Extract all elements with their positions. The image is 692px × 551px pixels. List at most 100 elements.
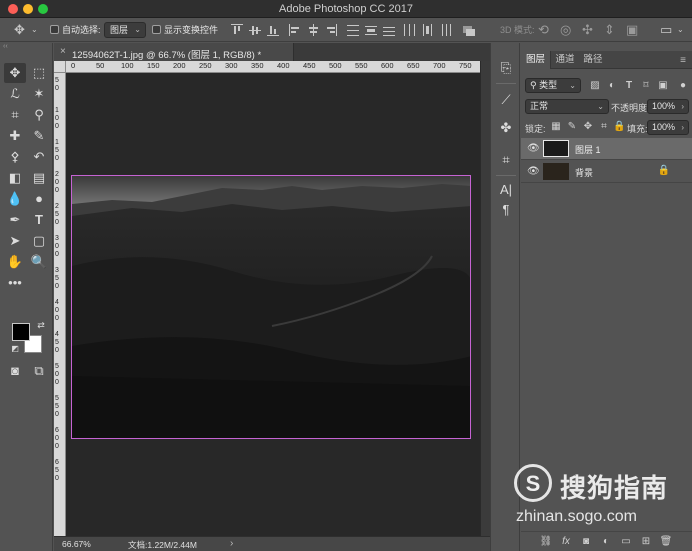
- 3d-roll-icon[interactable]: ◎: [560, 22, 571, 38]
- measurement-panel-icon[interactable]: ⟋: [497, 91, 515, 109]
- tab-paths[interactable]: 路径: [579, 51, 607, 69]
- tab-channels[interactable]: 通道: [551, 51, 579, 69]
- filter-type-icon[interactable]: T: [622, 79, 636, 93]
- history-panel-icon[interactable]: ⎘: [497, 59, 515, 77]
- gradient-tool-icon[interactable]: ▤: [28, 168, 50, 188]
- eraser-tool-icon[interactable]: ◧: [4, 168, 26, 188]
- add-mask-icon[interactable]: ◙: [579, 535, 593, 549]
- align-horizontal-center-icon[interactable]: [307, 24, 319, 36]
- hand-tool-icon[interactable]: ✋: [4, 252, 26, 272]
- adjustment-layer-icon[interactable]: ◐: [599, 535, 613, 549]
- opacity-input[interactable]: 100% ›: [647, 99, 689, 114]
- status-menu-chevron-icon[interactable]: ›: [230, 538, 233, 549]
- 3d-rotate-icon[interactable]: ⟲: [538, 22, 549, 38]
- quick-mask-icon[interactable]: ◙: [4, 361, 26, 381]
- filter-pixel-icon[interactable]: ▨: [588, 79, 602, 93]
- 3d-drag-icon[interactable]: ✣: [582, 22, 593, 38]
- distribute-bottom-icon[interactable]: [383, 24, 395, 36]
- layer-row[interactable]: 👁 背景 🔒: [521, 161, 692, 183]
- vertical-ruler[interactable]: 50 100 150 200 250 300 350 400 450 500 5…: [54, 73, 66, 536]
- move-tool-icon[interactable]: ✥: [14, 22, 25, 38]
- healing-brush-tool-icon[interactable]: ✚: [4, 126, 26, 146]
- zoom-tool-icon[interactable]: 🔍: [28, 252, 50, 272]
- zoom-level[interactable]: 66.67%: [62, 539, 91, 549]
- move-tool-icon[interactable]: ✥: [4, 63, 26, 83]
- actions-panel-icon[interactable]: ✤: [497, 119, 515, 137]
- lock-icon[interactable]: 🔒: [658, 165, 670, 176]
- tab-layers[interactable]: 图层: [521, 51, 551, 69]
- close-tab-icon[interactable]: ×: [60, 46, 66, 57]
- panel-collapse-icon[interactable]: ‹‹: [3, 43, 8, 50]
- filter-adjustment-icon[interactable]: ◐: [605, 79, 619, 93]
- brush-tool-icon[interactable]: ✎: [28, 126, 50, 146]
- layer-style-icon[interactable]: fx: [559, 535, 573, 549]
- distribute-hcenter-icon[interactable]: [421, 24, 433, 36]
- screen-mode-icon[interactable]: ⧉: [28, 361, 50, 381]
- ruler-left-label: 300: [55, 235, 59, 258]
- visibility-eye-icon[interactable]: 👁: [527, 166, 540, 177]
- workspace-switcher-icon[interactable]: ▭: [660, 22, 672, 38]
- new-group-icon[interactable]: ▭: [619, 535, 633, 549]
- visibility-eye-icon[interactable]: 👁: [527, 143, 540, 154]
- auto-select-target-select[interactable]: 图层 ⌄: [104, 22, 146, 38]
- delete-layer-icon[interactable]: 🗑: [659, 535, 673, 549]
- align-vertical-center-icon[interactable]: [249, 24, 261, 36]
- lock-artboard-icon[interactable]: ⌗: [598, 121, 610, 133]
- canvas-vertical-scrollbar[interactable]: [480, 61, 490, 536]
- filter-smart-object-icon[interactable]: ▣: [656, 79, 670, 93]
- ruler-origin[interactable]: [54, 61, 66, 73]
- lock-all-icon[interactable]: 🔒: [613, 121, 625, 133]
- fill-input[interactable]: 100% ›: [647, 120, 689, 135]
- 3d-slide-icon[interactable]: ⇕: [604, 22, 615, 38]
- pen-tool-icon[interactable]: ✒: [4, 210, 26, 230]
- align-top-icon[interactable]: [231, 24, 243, 36]
- document-tab[interactable]: × 12594062T-1.jpg @ 66.7% (图层 1, RGB/8) …: [54, 43, 294, 61]
- link-layers-icon[interactable]: ⛓: [539, 535, 553, 549]
- foreground-color-swatch[interactable]: [12, 323, 30, 341]
- align-left-icon[interactable]: [289, 24, 301, 36]
- layer-filter-kind-select[interactable]: ⚲ 类型 ⌄: [525, 78, 581, 93]
- filter-toggle-icon[interactable]: ●: [676, 79, 690, 93]
- lock-position-icon[interactable]: ✥: [582, 121, 594, 133]
- swap-colors-icon[interactable]: ⇄: [30, 315, 52, 335]
- auto-align-layers-icon[interactable]: [463, 24, 475, 36]
- align-bottom-icon[interactable]: [267, 24, 279, 36]
- eyedropper-tool-icon[interactable]: ⚲: [28, 105, 50, 125]
- distribute-vcenter-icon[interactable]: [365, 24, 377, 36]
- distribute-left-icon[interactable]: [403, 24, 415, 36]
- magic-wand-tool-icon[interactable]: ✶: [28, 84, 50, 104]
- paragraph-panel-icon[interactable]: ¶: [497, 201, 515, 219]
- type-tool-icon[interactable]: T: [28, 210, 50, 230]
- tool-preset-chevron-icon[interactable]: ⌄: [31, 22, 38, 38]
- edit-toolbar-icon[interactable]: •••: [4, 273, 26, 293]
- show-transform-checkbox[interactable]: 显示变换控件: [152, 23, 218, 37]
- blur-tool-icon[interactable]: 💧: [4, 189, 26, 209]
- workspace-chevron-icon[interactable]: ⌄: [677, 22, 684, 38]
- lock-transparent-pixels-icon[interactable]: ▦: [550, 121, 562, 133]
- path-selection-tool-icon[interactable]: ➤: [4, 231, 26, 251]
- distribute-right-icon[interactable]: [439, 24, 451, 36]
- character-panel-icon[interactable]: A|: [497, 181, 515, 199]
- rectangle-tool-icon[interactable]: ▢: [28, 231, 50, 251]
- lasso-tool-icon[interactable]: ℒ: [4, 84, 26, 104]
- crop-panel-icon[interactable]: ⌗: [497, 151, 515, 169]
- marquee-tool-icon[interactable]: ⬚: [28, 63, 50, 83]
- layer-row[interactable]: 👁 图层 1: [521, 138, 692, 160]
- crop-tool-icon[interactable]: ⌗: [4, 105, 26, 125]
- 3d-scale-icon[interactable]: ▣: [626, 22, 638, 38]
- layer-thumbnail: [543, 163, 569, 180]
- panel-menu-icon[interactable]: ≡: [680, 55, 686, 66]
- lock-image-pixels-icon[interactable]: ✎: [566, 121, 578, 133]
- history-brush-tool-icon[interactable]: ↶: [28, 147, 50, 167]
- clone-stamp-tool-icon[interactable]: ⚴: [4, 147, 26, 167]
- auto-select-checkbox[interactable]: 自动选择:: [50, 23, 101, 37]
- document-canvas-image[interactable]: [71, 175, 471, 439]
- horizontal-ruler[interactable]: 0 50 100 150 200 250 300 350 400 450 500…: [66, 61, 480, 73]
- distribute-top-icon[interactable]: [347, 24, 359, 36]
- default-colors-icon[interactable]: ◩: [4, 339, 26, 359]
- filter-shape-icon[interactable]: ⌑: [639, 79, 653, 93]
- dodge-tool-icon[interactable]: ●: [28, 189, 50, 209]
- align-right-icon[interactable]: [325, 24, 337, 36]
- new-layer-icon[interactable]: ⊞: [639, 535, 653, 549]
- blend-mode-select[interactable]: 正常 ⌄: [525, 99, 609, 114]
